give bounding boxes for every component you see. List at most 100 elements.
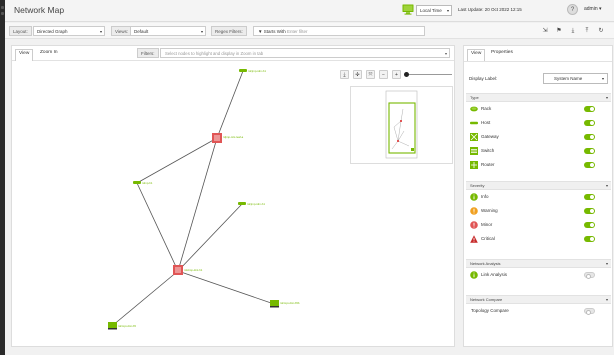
- section-header-severity[interactable]: Severity ▾: [466, 181, 611, 190]
- zoom-in-icon[interactable]: +: [392, 70, 401, 79]
- type-section: Type ▾ Rack Host Gateway Switch Router: [466, 93, 611, 172]
- filter-label: Minor: [481, 222, 493, 227]
- filter-row-warning: Warning: [466, 204, 611, 218]
- graph-edge: [111, 270, 179, 327]
- filter-icon[interactable]: ▼: [258, 29, 262, 34]
- minimap-view: [385, 90, 418, 159]
- regex-mode[interactable]: Starts With: [264, 29, 286, 34]
- graph-node-switch[interactable]: mlcimp-dmi-h1: [173, 265, 203, 275]
- download-icon[interactable]: ⤓: [569, 27, 577, 35]
- filters-label: Filters:: [137, 48, 159, 58]
- critical-toggle[interactable]: [584, 236, 595, 242]
- topology-compare-toggle[interactable]: [584, 308, 595, 315]
- filter-row-topology-compare: Topology Compare: [466, 304, 611, 318]
- timezone-select[interactable]: Local Time ▾: [416, 5, 452, 16]
- filter-label: Switch: [481, 148, 495, 153]
- node-filter-input[interactable]: Select nodes to highlight and display in…: [160, 48, 450, 58]
- gateway-toggle[interactable]: [584, 134, 595, 140]
- warning-icon: [470, 207, 478, 215]
- filter-row-info: Info: [466, 190, 611, 204]
- chevron-down-icon: ▾: [605, 261, 608, 266]
- graph-edge: [177, 270, 275, 305]
- host-toggle[interactable]: [584, 120, 595, 126]
- graph-node-host[interactable]: rdcjmp-idm-h1: [238, 202, 265, 206]
- download-graph-icon[interactable]: ⤓: [340, 70, 349, 79]
- filter-label: Router: [481, 162, 495, 167]
- zoom-out-icon[interactable]: −: [379, 70, 388, 79]
- node-filter-placeholder: Select nodes to highlight and display in…: [165, 51, 264, 56]
- filter-bar: Layout: Directed Graph ▾ Views: Default …: [5, 23, 614, 39]
- filter-row-switch: Switch: [466, 144, 611, 158]
- views-value: Default: [134, 29, 149, 34]
- regex-placeholder: Enter filter: [287, 29, 308, 34]
- filter-label: Info: [481, 194, 489, 199]
- display-label-select[interactable]: System Name ▾: [543, 73, 608, 84]
- router-toggle[interactable]: [584, 162, 595, 168]
- center-icon[interactable]: ✣: [353, 70, 362, 79]
- chevron-down-icon: ▾: [605, 183, 608, 188]
- chevron-down-icon: ▾: [605, 95, 608, 100]
- filter-label: Gateway: [481, 134, 499, 139]
- export-icon[interactable]: ⇲: [541, 27, 549, 35]
- views-select[interactable]: Default ▾: [130, 26, 206, 36]
- section-header-network-compare[interactable]: Network Compare ▾: [466, 295, 611, 304]
- chevron-down-icon: ▾: [200, 29, 203, 34]
- zoom-slider-handle[interactable]: [404, 72, 409, 77]
- filter-row-router: Router: [466, 158, 611, 172]
- rack-icon: [470, 106, 478, 112]
- network-compare-section: Network Compare ▾ Topology Compare: [466, 295, 611, 318]
- graph-node-host[interactable]: rdmp-h1: [133, 181, 153, 185]
- monitor-icon[interactable]: [402, 4, 414, 15]
- link-analysis-icon: [470, 271, 478, 279]
- graph-node-gateway[interactable]: rdcmpi-dmi-h5b: [270, 300, 300, 308]
- filter-row-critical: Critical: [466, 232, 611, 246]
- flag-icon[interactable]: ⚑: [555, 27, 563, 35]
- upload-icon[interactable]: ⤒: [583, 27, 591, 35]
- graph-edge: [216, 70, 244, 139]
- node-label: rdcjmp-idm-h1: [248, 69, 266, 73]
- graph-panel: View Zoom In Filters: Select nodes to hi…: [11, 45, 455, 347]
- chevron-down-icon: ▾: [444, 51, 447, 56]
- tab-zoom-in[interactable]: Zoom In: [37, 49, 61, 56]
- filter-row-link-analysis: Link Analysis: [466, 268, 611, 282]
- section-header-network-analysis[interactable]: Network Analysis ▾: [466, 259, 611, 268]
- host-icon: [470, 121, 478, 125]
- section-header-type[interactable]: Type ▾: [466, 93, 611, 102]
- rack-toggle[interactable]: [584, 106, 595, 112]
- link-analysis-toggle[interactable]: [584, 272, 595, 279]
- section-title: Severity: [470, 183, 485, 188]
- layout-select[interactable]: Directed Graph ▾: [33, 26, 105, 36]
- minor-icon: [470, 221, 478, 229]
- graph-node-switch[interactable]: rdjmp-mlx-leaf-a: [212, 133, 244, 143]
- tab-view[interactable]: View: [467, 49, 486, 61]
- warning-toggle[interactable]: [584, 208, 595, 214]
- severity-section: Severity ▾ Info Warning Minor Critical: [466, 181, 611, 246]
- node-label: rdcjmp-idm-h1: [247, 202, 265, 206]
- zoom-slider[interactable]: [405, 74, 452, 75]
- node-label: mlcimp-dmi-h1: [184, 268, 203, 272]
- regex-filters-label: Regex Filters:: [211, 26, 247, 36]
- node-label: rdjmp-mlx-leaf-a: [223, 135, 244, 139]
- graph-node-gateway[interactable]: rdcmpi-dmi-h5: [108, 322, 136, 330]
- user-menu[interactable]: admin ▾: [584, 6, 602, 12]
- filter-label: Host: [481, 120, 491, 125]
- tab-view[interactable]: View: [15, 49, 34, 61]
- tab-properties[interactable]: Properties: [488, 49, 516, 56]
- timezone-value: Local Time: [420, 8, 442, 13]
- refresh-icon[interactable]: ↻: [597, 27, 605, 35]
- minor-toggle[interactable]: [584, 222, 595, 228]
- user-name: admin: [584, 6, 598, 12]
- regex-filter-input[interactable]: ▼ Starts With Enter filter: [253, 26, 425, 36]
- help-icon[interactable]: ?: [567, 4, 578, 15]
- graph-tabs: View Zoom In Filters: Select nodes to hi…: [12, 46, 454, 61]
- filter-label: Warning: [481, 208, 498, 213]
- tabs-divider: [464, 61, 612, 62]
- graph-node-host[interactable]: rdcjmp-idm-h1: [239, 69, 266, 73]
- last-update-text: Last Update: 20 Oct 2022 12:15: [458, 7, 522, 12]
- switch-toggle[interactable]: [584, 148, 595, 154]
- left-edge-strip: [0, 0, 5, 355]
- filter-row-rack: Rack: [466, 102, 611, 116]
- fit-screen-icon[interactable]: ⤧: [366, 70, 375, 79]
- info-toggle[interactable]: [584, 194, 595, 200]
- graph-minimap[interactable]: [350, 86, 453, 164]
